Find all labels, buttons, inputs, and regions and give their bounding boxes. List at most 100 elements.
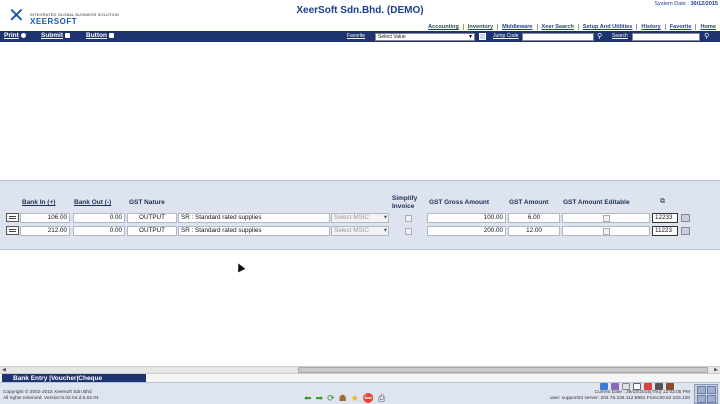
button-label: Button xyxy=(86,32,107,39)
stop-icon[interactable]: ⛔ xyxy=(363,394,374,403)
row1-bank-out[interactable]: 0.00 xyxy=(73,213,125,223)
search-label: Search xyxy=(612,33,628,39)
submit-icon xyxy=(65,33,71,38)
col-simplify-1: Simplify xyxy=(392,195,418,202)
row2-simplify-checkbox[interactable] xyxy=(405,228,412,235)
row1-gst-gross[interactable]: 100.00 xyxy=(427,213,506,223)
row-detail-icon[interactable] xyxy=(6,226,19,235)
company-title: XeerSoft Sdn.Bhd. (DEMO) xyxy=(296,5,424,16)
logo-name: XEERSOFT xyxy=(30,17,78,26)
session-info: Current Date : 29/10/2015(Thu) 12:02:05 … xyxy=(550,390,690,402)
jump-code-label: Jump Code xyxy=(493,33,519,39)
menu-accounting[interactable]: Accounting xyxy=(424,24,464,30)
favorite-select[interactable]: Select Value ▼ xyxy=(375,32,475,41)
horizontal-scrollbar[interactable]: ◀ ▶ xyxy=(0,366,720,373)
app-header: ✕ INTEGRATED GLOBAL BUSINESS SOLUTION XE… xyxy=(0,0,720,31)
favorite-select-value: Select Value xyxy=(378,33,406,40)
row2-gst-gross[interactable]: 200.00 xyxy=(427,226,506,236)
system-date-label: System Date : xyxy=(654,1,689,7)
monitor-icon[interactable] xyxy=(600,383,608,390)
jump-code-input[interactable] xyxy=(522,32,594,41)
menu-setup-utilities[interactable]: Setup And Utilities xyxy=(579,24,638,30)
row2-msic-select[interactable]: Select MSIC ▾ xyxy=(331,226,389,236)
row2-gst-nature[interactable]: OUTPUT xyxy=(127,226,177,236)
row1-tax-code[interactable]: SR : Standard rated supplies xyxy=(178,213,330,223)
menu-home[interactable]: Home xyxy=(696,24,720,30)
mail-icon[interactable] xyxy=(611,383,619,390)
refresh-icon[interactable]: ⟳ xyxy=(327,394,335,403)
menu-inventory[interactable]: Inventory xyxy=(464,24,499,30)
button-button[interactable]: Button xyxy=(86,32,114,39)
chevron-down-icon: ▾ xyxy=(383,214,387,221)
settings-icon[interactable] xyxy=(655,383,663,390)
col-gst-editable: GST Amount Editable xyxy=(563,199,630,206)
row1-simplify-checkbox[interactable] xyxy=(405,215,412,222)
col-gst-amount: GST Amount xyxy=(509,199,549,206)
row1-msic-select[interactable]: Select MSIC ▾ xyxy=(331,213,389,223)
print-icon xyxy=(20,33,26,38)
mouse-cursor-icon xyxy=(234,261,246,273)
server-info: user: support33 server: 202.76.236.112:9… xyxy=(549,396,690,401)
row1-gst-amount[interactable]: 6.00 xyxy=(508,213,560,223)
button-icon xyxy=(108,33,114,38)
row1-editable-cell xyxy=(562,213,650,223)
menu-middleware[interactable]: Middleware xyxy=(498,24,538,30)
search-icon[interactable]: ⚲ xyxy=(704,32,709,40)
row1-lookup-icon[interactable] xyxy=(681,214,690,222)
bank-entry-grid: Bank In (+) Bank Out (-) GST Nature Simp… xyxy=(0,180,720,250)
copy-rows-icon[interactable]: ⧉ xyxy=(660,198,665,206)
row2-code-input[interactable]: 11223 xyxy=(652,226,678,236)
window-tiles xyxy=(694,384,718,404)
submit-label: Submit xyxy=(41,32,64,39)
row1-bank-in[interactable]: 106.00 xyxy=(20,213,70,223)
system-date-value: 30/12/2015 xyxy=(690,1,718,7)
star-icon[interactable]: ★ xyxy=(351,394,359,403)
jump-search-icon[interactable]: ⚲ xyxy=(597,32,602,40)
print-button[interactable]: Print xyxy=(4,32,26,39)
users-icon[interactable]: ☗ xyxy=(339,394,347,403)
row2-editable-checkbox[interactable] xyxy=(603,228,610,235)
row1-gst-nature[interactable]: OUTPUT xyxy=(127,213,177,223)
favorite-add-icon[interactable] xyxy=(479,33,486,40)
row2-tax-code[interactable]: SR : Standard rated supplies xyxy=(178,226,330,236)
tile-icon[interactable] xyxy=(697,395,706,403)
chevron-down-icon: ▼ xyxy=(468,33,473,40)
tile-icon[interactable] xyxy=(707,395,716,403)
row2-gst-amount[interactable]: 12.00 xyxy=(508,226,560,236)
back-arrow-icon[interactable]: ⬅ xyxy=(304,394,312,403)
menu-favorite[interactable]: Favorite xyxy=(666,24,697,30)
row2-bank-in[interactable]: 212.00 xyxy=(20,226,70,236)
app-window: ✕ INTEGRATED GLOBAL BUSINESS SOLUTION XE… xyxy=(0,0,720,404)
row1-code-input[interactable]: 12233 xyxy=(652,213,678,223)
copyright-line-2: All rights reserved. Version:5.02.04.d.5… xyxy=(3,396,99,401)
tile-icon[interactable] xyxy=(697,386,706,394)
submit-button[interactable]: Submit xyxy=(41,32,71,39)
user-icon[interactable] xyxy=(666,383,674,390)
document-icon[interactable] xyxy=(622,383,630,390)
menu-xeer-search[interactable]: Xeer Search xyxy=(538,24,579,30)
tab-bar: Bank Entry |Voucher|Cheque xyxy=(0,373,720,383)
printer-icon[interactable]: ⎙ xyxy=(378,394,385,403)
row2-bank-out[interactable]: 0.00 xyxy=(73,226,125,236)
forward-arrow-icon[interactable]: ➡ xyxy=(316,394,324,403)
footer-actions: ⬅ ➡ ⟳ ☗ ★ ⛔ ⎙ xyxy=(304,394,385,403)
status-icons xyxy=(600,383,674,390)
menu-history[interactable]: History xyxy=(637,24,666,30)
row-detail-icon[interactable] xyxy=(6,213,19,222)
tile-icon[interactable] xyxy=(707,386,716,394)
chevron-down-icon: ▾ xyxy=(383,227,387,234)
status-footer: Copyright © 2002-2015 Xeersoft Sdn Bhd A… xyxy=(0,382,720,404)
row2-lookup-icon[interactable] xyxy=(681,227,690,235)
favorite-label: Favorite xyxy=(347,33,366,39)
system-date: System Date : 30/12/2015 xyxy=(654,1,718,7)
alert-icon[interactable] xyxy=(644,383,652,390)
row2-msic-value: Select MSIC xyxy=(334,227,369,234)
col-bank-out[interactable]: Bank Out (-) xyxy=(74,199,111,206)
col-bank-in[interactable]: Bank In (+) xyxy=(22,199,55,206)
search-input[interactable] xyxy=(632,32,700,41)
row1-msic-value: Select MSIC xyxy=(334,214,369,221)
clock-icon[interactable] xyxy=(633,383,641,390)
row2-editable-cell xyxy=(562,226,650,236)
col-gst-nature: GST Nature xyxy=(129,199,165,206)
row1-editable-checkbox[interactable] xyxy=(603,215,610,222)
